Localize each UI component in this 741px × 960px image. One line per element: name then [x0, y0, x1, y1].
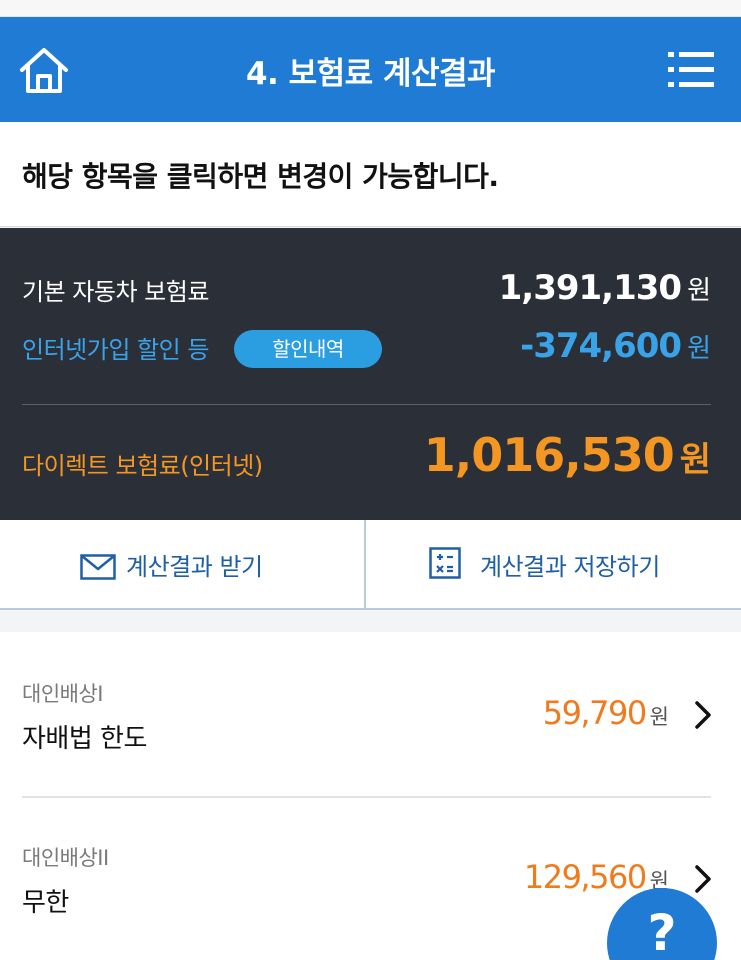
save-result-label: 계산결과 저장하기	[480, 553, 660, 581]
save-result-button[interactable]: 계산결과 저장하기	[366, 520, 741, 608]
notice-section: 해당 항목을 클릭하면 변경이 가능합니다.	[0, 122, 741, 227]
total-premium-label: 다이렉트 보험료(인터넷)	[22, 452, 263, 480]
question-mark-icon: ?	[647, 904, 677, 960]
chevron-right-icon	[695, 865, 711, 893]
receive-result-label: 계산결과 받기	[126, 553, 263, 581]
coverage-price-value: 129,560	[523, 858, 647, 896]
currency-unit: 원	[687, 276, 711, 306]
base-premium-amount: 1,391,130 원	[499, 268, 711, 308]
coverage-item[interactable]: 대인배상I 자배법 한도 59,790 원	[0, 632, 741, 797]
discount-amount: -374,600 원	[520, 326, 711, 366]
coverage-limit: 자배법 한도	[22, 724, 147, 754]
premium-summary: 기본 자동차 보험료 1,391,130 원 인터넷가입 할인 등 할인내역 -3…	[0, 228, 741, 520]
app-header: 4. 보험료 계산결과	[0, 17, 741, 122]
receive-result-button[interactable]: 계산결과 받기	[0, 520, 364, 608]
discount-details-button[interactable]: 할인내역	[234, 330, 382, 368]
coverage-category: 대인배상II	[22, 846, 109, 870]
calculator-icon	[429, 547, 461, 579]
total-premium-amount: 1,016,530 원	[424, 428, 711, 482]
currency-unit: 원	[687, 334, 711, 364]
coverage-price-value: 59,790	[542, 694, 647, 732]
discount-label: 인터넷가입 할인 등	[22, 336, 209, 364]
total-premium-value: 1,016,530	[423, 428, 675, 482]
menu-button[interactable]	[668, 50, 714, 90]
currency-unit: 원	[679, 440, 711, 480]
chevron-right-icon	[695, 701, 711, 729]
discount-value: -374,600	[520, 326, 682, 366]
base-premium-row: 기본 자동차 보험료 1,391,130 원	[22, 268, 711, 308]
total-premium-row: 다이렉트 보험료(인터넷) 1,016,530 원	[22, 428, 711, 492]
result-actions: 계산결과 받기 계산결과 저장하기	[0, 520, 741, 610]
coverage-limit: 무한	[22, 888, 69, 918]
page-title: 4. 보험료 계산결과	[245, 56, 496, 92]
list-menu-icon	[668, 52, 714, 87]
envelope-icon	[80, 554, 116, 580]
base-premium-value: 1,391,130	[498, 268, 682, 308]
summary-divider	[22, 404, 711, 405]
discount-row: 인터넷가입 할인 등 할인내역 -374,600 원	[22, 326, 711, 370]
currency-unit: 원	[649, 705, 669, 729]
base-premium-label: 기본 자동차 보험료	[22, 278, 209, 306]
status-strip	[0, 0, 741, 17]
notice-text: 해당 항목을 클릭하면 변경이 가능합니다.	[22, 160, 499, 193]
coverage-category: 대인배상I	[22, 682, 103, 706]
coverage-price: 59,790 원	[543, 694, 669, 732]
